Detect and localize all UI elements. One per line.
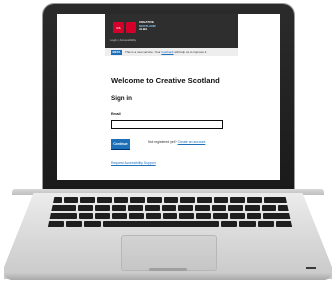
register-prompt: Not registered yet? Create an account [148, 140, 205, 144]
accessibility-support-link[interactable]: Request Accessibility Support [111, 161, 156, 165]
laptop-front-edge [4, 272, 332, 280]
laptop-keyboard [47, 197, 293, 231]
sign-in-heading: Sign in [111, 95, 132, 102]
logo-text: CREATIVE SCOTLAND ALBA [139, 20, 175, 32]
beta-banner: BETA This is a new service. Your feedbac… [105, 48, 238, 56]
trackpad [121, 235, 217, 271]
laptop-screen: CA CREATIVE SCOTLAND ALBA Login | Access… [57, 14, 280, 180]
email-field[interactable] [111, 120, 223, 129]
beta-text: This is a new service. Your feedback wil… [125, 50, 207, 54]
beta-tag: BETA [111, 49, 122, 55]
header-nav[interactable]: Login | Accessibility [110, 38, 136, 42]
logo-mark-secondary [126, 22, 136, 33]
lid-notch [149, 268, 187, 271]
create-account-link[interactable]: Create an account [178, 140, 206, 144]
feedback-link[interactable]: feedback [161, 50, 173, 54]
email-label: Email [111, 112, 121, 116]
power-indicator [306, 267, 316, 269]
page-title: Welcome to Creative Scotland [111, 76, 220, 85]
register-text: Not registered yet? [148, 140, 177, 144]
logo-line3: ALBA [139, 27, 148, 32]
continue-button[interactable]: Continue [111, 139, 130, 149]
site-header: CA CREATIVE SCOTLAND ALBA Login | Access… [105, 14, 238, 48]
beta-text-after: will help us to improve it. [174, 50, 208, 54]
logo-mark[interactable]: CA [113, 22, 124, 33]
beta-text-before: This is a new service. Your [125, 50, 161, 54]
